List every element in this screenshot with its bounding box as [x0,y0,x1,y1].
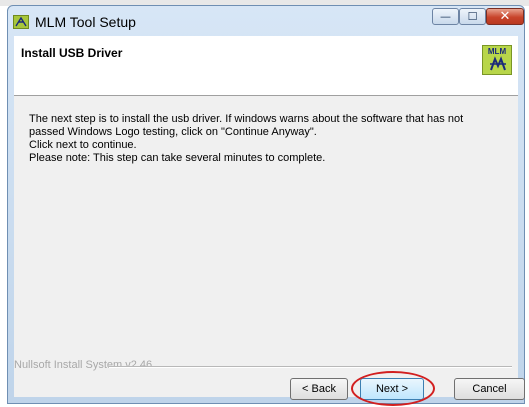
instruction-line: Please note: This step can take several … [29,152,326,164]
next-button-highlight-circle [351,371,435,406]
app-icon[interactable] [13,15,29,29]
instruction-line: passed Windows Logo testing, click on "C… [29,126,317,138]
logo-mark-icon [490,56,506,71]
logo-text: MLM [487,47,507,56]
minimize-icon: — [440,10,451,23]
back-button[interactable]: < Back [290,378,348,400]
wizard-header: Install USB Driver MLM [14,36,518,96]
instruction-line: The next step is to install the usb driv… [29,113,464,125]
close-button[interactable]: ✕ [486,8,524,25]
minimize-button[interactable]: — [432,8,459,25]
instruction-line: Click next to continue. [29,139,137,151]
cancel-button[interactable]: Cancel [454,378,525,400]
footer-separator [109,366,512,368]
dialog-client-area: Install USB Driver MLM The next step is … [14,36,525,406]
mlm-logo: MLM [482,45,512,75]
maximize-button[interactable]: ☐ [459,8,486,25]
setup-window: MLM Tool Setup — ☐ ✕ Install USB Driver … [7,5,525,406]
maximize-icon: ☐ [467,10,478,23]
installer-branding: Nullsoft Install System v2.46 [14,359,153,371]
window-title: MLM Tool Setup [35,14,136,30]
page-title: Install USB Driver [21,46,123,60]
instructions-text: The next step is to install the usb driv… [29,113,509,165]
title-bar[interactable]: MLM Tool Setup — ☐ ✕ [8,6,524,36]
close-icon: ✕ [499,9,511,24]
